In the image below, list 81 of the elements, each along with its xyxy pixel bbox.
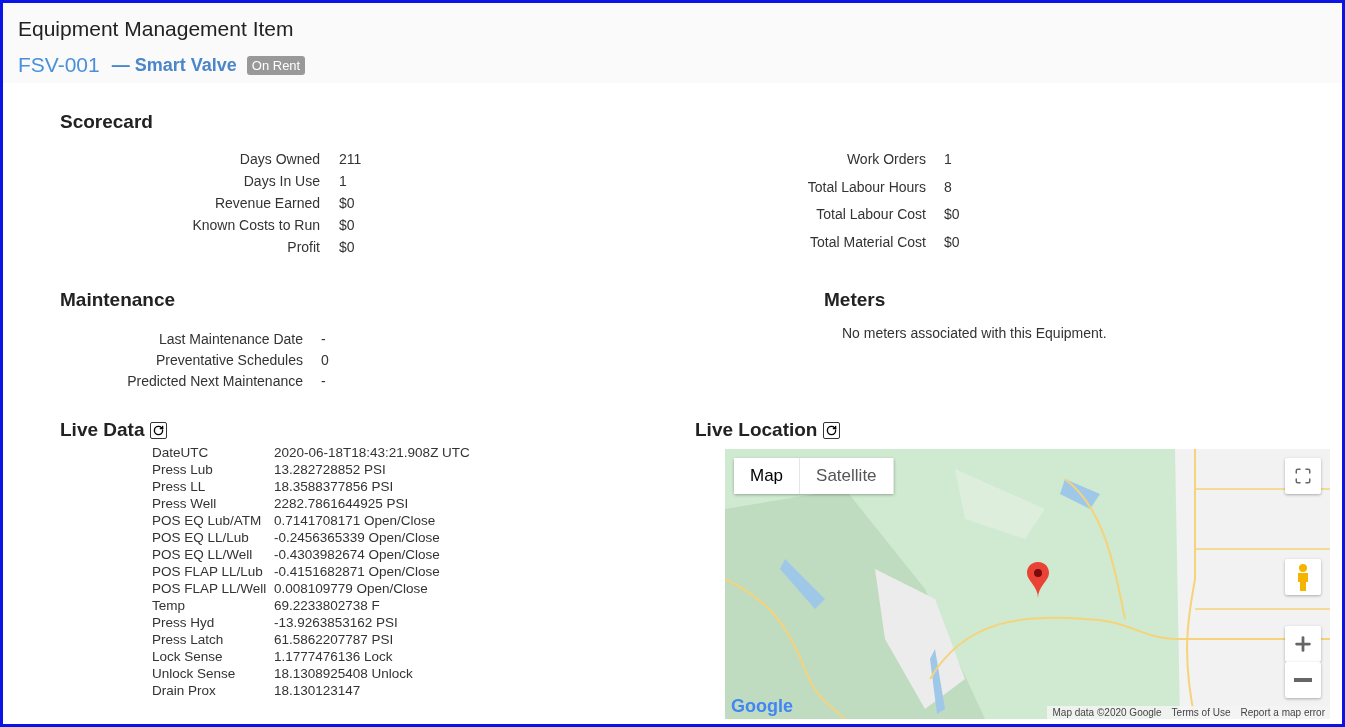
map-attribution: Map data ©2020 Google bbox=[1052, 707, 1162, 718]
zoom-in-button[interactable] bbox=[1285, 626, 1321, 662]
field-label: Unlock Sense bbox=[152, 666, 237, 681]
field-value: - bbox=[321, 331, 327, 347]
field-value: $0 bbox=[339, 217, 356, 233]
field-label: POS EQ LL/Well bbox=[152, 547, 254, 562]
field-label: Profit bbox=[286, 239, 320, 255]
field-label: Work Orders bbox=[845, 151, 926, 169]
field-label: Drain Prox bbox=[152, 683, 217, 698]
refresh-button[interactable] bbox=[823, 421, 841, 439]
person-icon bbox=[1296, 563, 1310, 591]
field-value: $0 bbox=[944, 233, 960, 252]
field-label: DateUTC bbox=[152, 445, 210, 460]
map-type-tab[interactable]: Map bbox=[734, 458, 801, 494]
plus-icon bbox=[1292, 633, 1314, 655]
field-value: 18.3588377856 PSI bbox=[274, 479, 395, 494]
field-value: 2020-06-18T18:43:21.908Z UTC bbox=[274, 445, 471, 460]
field-label: Press Well bbox=[152, 496, 218, 511]
field-value: $0 bbox=[944, 206, 960, 224]
field-label: Press LL bbox=[152, 479, 207, 494]
field-label: Days Owned bbox=[238, 151, 320, 167]
field-value: 1 bbox=[339, 173, 348, 189]
equipment-code: FSV-001 bbox=[18, 53, 100, 77]
field-value: 1 bbox=[944, 151, 953, 169]
field-value: 0.008109779 Open/Close bbox=[274, 581, 429, 596]
section-heading: Meters bbox=[824, 289, 887, 311]
field-value: -0.2456365339 Open/Close bbox=[274, 530, 441, 545]
field-value: 61.5862207787 PSI bbox=[274, 632, 395, 647]
field-label: Total Labour Cost bbox=[815, 206, 926, 224]
status-badge: On Rent bbox=[246, 55, 306, 75]
field-value: 18.130123147 bbox=[274, 683, 362, 698]
page-title: Equipment Management Item bbox=[18, 17, 295, 41]
field-label: POS EQ Lub/ATM bbox=[152, 513, 263, 528]
field-label: Total Labour Hours bbox=[806, 178, 926, 197]
field-label: Days In Use bbox=[242, 173, 320, 189]
field-value: -0.4151682871 Open/Close bbox=[274, 564, 441, 579]
map-type-tab[interactable]: Satellite bbox=[800, 458, 894, 494]
field-label: Temp bbox=[152, 598, 186, 613]
section-heading: Live Location bbox=[695, 419, 818, 441]
equipment-name: — Smart Valve bbox=[111, 54, 237, 76]
field-label: Press Latch bbox=[152, 632, 225, 647]
field-label: Preventative Schedules bbox=[154, 352, 303, 368]
minus-icon bbox=[1294, 678, 1312, 682]
map-link[interactable]: Terms of Use bbox=[1171, 707, 1231, 718]
field-label: POS FLAP LL/Well bbox=[152, 581, 266, 596]
field-label: Press Lub bbox=[152, 462, 214, 477]
field-value: - bbox=[321, 373, 327, 389]
field-value: 13.282728852 PSI bbox=[274, 462, 387, 477]
field-label: Revenue Earned bbox=[213, 195, 320, 211]
field-value: $0 bbox=[339, 195, 356, 211]
zoom-out-button[interactable] bbox=[1285, 662, 1321, 698]
field-label: Known Costs to Run bbox=[191, 217, 320, 233]
field-value: 69.2233802738 F bbox=[274, 598, 381, 613]
section-heading: Scorecard bbox=[60, 111, 154, 133]
field-value: 211 bbox=[339, 151, 363, 167]
field-label: Predicted Next Maintenance bbox=[126, 373, 303, 389]
refresh-icon bbox=[153, 424, 165, 436]
field-value: -13.9263853162 PSI bbox=[274, 615, 399, 630]
field-value: 18.1308925408 Unlock bbox=[274, 666, 414, 681]
field-label: POS FLAP LL/Lub bbox=[152, 564, 264, 579]
empty-message: No meters associated with this Equipment. bbox=[842, 325, 1107, 341]
field-value: 0.7141708171 Open/Close bbox=[274, 513, 437, 528]
section-heading: Live Data bbox=[60, 419, 145, 441]
refresh-button[interactable] bbox=[150, 421, 168, 439]
field-label: POS EQ LL/Lub bbox=[152, 530, 250, 545]
map-logo: Google bbox=[731, 696, 793, 717]
fullscreen-button[interactable] bbox=[1285, 458, 1321, 494]
field-value: 0 bbox=[321, 352, 330, 368]
field-value: -0.4303982674 Open/Close bbox=[274, 547, 441, 562]
field-label: Press Hyd bbox=[152, 615, 216, 630]
map-link[interactable]: Report a map error bbox=[1240, 707, 1325, 718]
field-label: Lock Sense bbox=[152, 649, 224, 664]
fullscreen-icon bbox=[1294, 467, 1312, 485]
refresh-icon bbox=[826, 424, 838, 436]
field-value: 2282.7861644925 PSI bbox=[274, 496, 410, 511]
field-label: Total Material Cost bbox=[809, 233, 926, 252]
field-label: Last Maintenance Date bbox=[158, 331, 303, 347]
field-value: 8 bbox=[944, 178, 953, 197]
section-heading: Maintenance bbox=[60, 289, 177, 311]
field-value: 1.1777476136 Lock bbox=[274, 649, 394, 664]
field-value: $0 bbox=[339, 239, 356, 255]
